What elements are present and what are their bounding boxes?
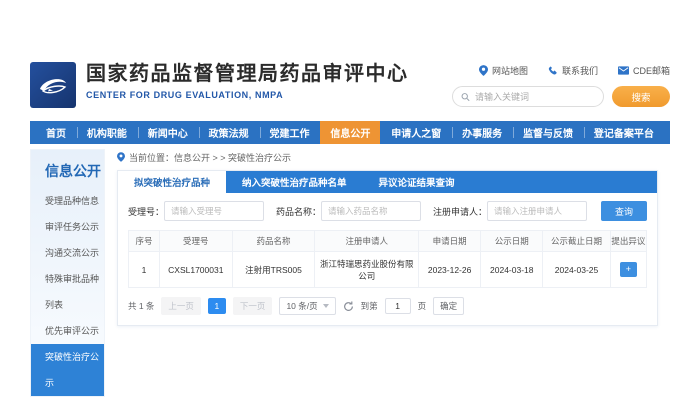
cell-objection: + bbox=[610, 252, 646, 288]
nav-item-party[interactable]: 党建工作 bbox=[260, 121, 320, 144]
sitemap-link-label: 网站地图 bbox=[492, 64, 528, 77]
cde-logo-swoosh-icon bbox=[36, 68, 70, 102]
envelope-icon bbox=[618, 66, 629, 75]
cell-publish-end-date: 2024-03-25 bbox=[543, 252, 610, 288]
goto-unit: 页 bbox=[418, 300, 427, 312]
sidebar-item-priority-review[interactable]: 优先审评公示 bbox=[31, 318, 104, 344]
content-area: 信息公开 受理品种信息 审评任务公示 沟通交流公示 特殊审批品种列表 优先审评公… bbox=[30, 149, 670, 397]
tab-proposed-breakthrough[interactable]: 拟突破性治疗品种 bbox=[118, 171, 226, 193]
sidebar-title: 信息公开 bbox=[31, 150, 104, 188]
content-panel: 拟突破性治疗品种 纳入突破性治疗品种名单 异议论证结果查询 受理号： 药品名称：… bbox=[117, 170, 658, 326]
applicant-input[interactable] bbox=[487, 201, 587, 221]
applicant-label: 注册申请人： bbox=[433, 205, 487, 218]
col-objection: 提出异议 bbox=[610, 231, 646, 252]
col-index: 序号 bbox=[128, 231, 159, 252]
breadcrumb: 当前位置：信息公开 > > 突破性治疗公示 bbox=[117, 149, 658, 165]
table-header-row: 序号 受理号 药品名称 注册申请人 申请日期 公示日期 公示截止日期 提出异议 bbox=[128, 231, 646, 252]
col-publish-date: 公示日期 bbox=[481, 231, 543, 252]
nav-item-registration-platform[interactable]: 登记备案平台 bbox=[584, 121, 664, 144]
header-search-row: 搜索 bbox=[452, 86, 670, 107]
goto-label: 到第 bbox=[361, 300, 378, 312]
acceptance-no-input[interactable] bbox=[164, 201, 264, 221]
nav-item-functions[interactable]: 机构职能 bbox=[77, 121, 137, 144]
location-pin-icon bbox=[117, 152, 125, 162]
refresh-icon bbox=[343, 301, 354, 312]
site-subtitle: CENTER FOR DRUG EVALUATION, NMPA bbox=[86, 90, 409, 100]
tab-included-list[interactable]: 纳入突破性治疗品种名单 bbox=[226, 171, 363, 193]
nav-item-info-disclosure[interactable]: 信息公开 bbox=[320, 121, 380, 144]
page-size-select[interactable]: 10 条/页 bbox=[279, 297, 335, 315]
cell-drug-name: 注射用TRS005 bbox=[232, 252, 315, 288]
cde-page: 国家药品监督管理局药品审评中心 CENTER FOR DRUG EVALUATI… bbox=[30, 60, 670, 397]
phone-icon bbox=[548, 66, 558, 76]
location-pin-icon bbox=[479, 65, 488, 76]
filter-row: 受理号： 药品名称： 注册申请人： 查询 bbox=[128, 201, 647, 221]
cell-publish-date: 2024-03-18 bbox=[481, 252, 543, 288]
cell-index: 1 bbox=[128, 252, 159, 288]
table-row: 1 CXSL1700031 注射用TRS005 浙江特瑞思药业股份有限公司 20… bbox=[128, 252, 646, 288]
site-title: 国家药品监督管理局药品审评中心 bbox=[86, 60, 409, 88]
col-drug-name: 药品名称 bbox=[232, 231, 315, 252]
tab-objection-results[interactable]: 异议论证结果查询 bbox=[362, 171, 470, 193]
cde-logo bbox=[30, 62, 76, 108]
acceptance-no-label: 受理号： bbox=[128, 205, 164, 218]
goto-confirm-button[interactable]: 确定 bbox=[433, 297, 464, 315]
sidebar-item-breakthrough-therapy[interactable]: 突破性治疗公示 bbox=[31, 344, 104, 396]
col-publish-end-date: 公示截止日期 bbox=[543, 231, 610, 252]
search-icon bbox=[461, 92, 470, 102]
results-table: 序号 受理号 药品名称 注册申请人 申请日期 公示日期 公示截止日期 提出异议 bbox=[128, 230, 647, 288]
search-box bbox=[452, 86, 604, 107]
sidebar-item-review-tasks[interactable]: 审评任务公示 bbox=[31, 214, 104, 240]
col-apply-date: 申请日期 bbox=[419, 231, 481, 252]
drug-name-label: 药品名称： bbox=[276, 205, 321, 218]
refresh-button[interactable] bbox=[343, 301, 354, 312]
nav-item-home[interactable]: 首页 bbox=[36, 121, 76, 144]
cell-apply-date: 2023-12-26 bbox=[419, 252, 481, 288]
pagination: 共 1 条 上一页 1 下一页 10 条/页 bbox=[128, 297, 647, 315]
breadcrumb-text: 当前位置：信息公开 > > 突破性治疗公示 bbox=[129, 151, 291, 164]
page-number-1[interactable]: 1 bbox=[208, 298, 226, 314]
sidebar-item-communication[interactable]: 沟通交流公示 bbox=[31, 240, 104, 266]
panel-body: 受理号： 药品名称： 注册申请人： 查询 bbox=[118, 193, 657, 325]
prev-page-button[interactable]: 上一页 bbox=[161, 297, 201, 315]
main-nav: 首页 机构职能 新闻中心 政策法规 党建工作 信息公开 申请人之窗 办事服务 监… bbox=[30, 121, 670, 144]
brand-block: 国家药品监督管理局药品审评中心 CENTER FOR DRUG EVALUATI… bbox=[86, 60, 409, 100]
sitemap-link[interactable]: 网站地图 bbox=[479, 64, 528, 77]
contact-link-label: 联系我们 bbox=[562, 64, 598, 77]
chevron-down-icon bbox=[323, 304, 329, 308]
pagination-total: 共 1 条 bbox=[128, 300, 154, 312]
sidebar-item-special-approval[interactable]: 特殊审批品种列表 bbox=[31, 266, 104, 318]
query-button[interactable]: 查询 bbox=[601, 201, 647, 221]
mailbox-link[interactable]: CDE邮箱 bbox=[618, 64, 670, 77]
goto-page-input[interactable] bbox=[385, 298, 411, 314]
cell-acceptance-no: CXSL1700031 bbox=[160, 252, 233, 288]
cell-applicant: 浙江特瑞思药业股份有限公司 bbox=[315, 252, 419, 288]
col-acceptance-no: 受理号 bbox=[160, 231, 233, 252]
header-right: 网站地图 联系我们 CDE邮箱 bbox=[452, 60, 670, 107]
main-column: 当前位置：信息公开 > > 突破性治疗公示 拟突破性治疗品种 纳入突破性治疗品种… bbox=[117, 149, 658, 397]
mailbox-link-label: CDE邮箱 bbox=[633, 64, 670, 77]
contact-link[interactable]: 联系我们 bbox=[548, 64, 598, 77]
nav-item-policy[interactable]: 政策法规 bbox=[199, 121, 259, 144]
drug-name-input[interactable] bbox=[321, 201, 421, 221]
col-applicant: 注册申请人 bbox=[315, 231, 419, 252]
tab-bar: 拟突破性治疗品种 纳入突破性治疗品种名单 异议论证结果查询 bbox=[118, 171, 657, 193]
search-input[interactable] bbox=[475, 92, 595, 102]
quick-links: 网站地图 联系我们 CDE邮箱 bbox=[479, 64, 670, 77]
add-objection-button[interactable]: + bbox=[620, 262, 637, 277]
next-page-button[interactable]: 下一页 bbox=[233, 297, 273, 315]
nav-item-applicant-window[interactable]: 申请人之窗 bbox=[381, 121, 451, 144]
page-size-value: 10 条/页 bbox=[286, 300, 317, 312]
search-button[interactable]: 搜索 bbox=[612, 86, 670, 107]
nav-item-services[interactable]: 办事服务 bbox=[452, 121, 512, 144]
sidebar: 信息公开 受理品种信息 审评任务公示 沟通交流公示 特殊审批品种列表 优先审评公… bbox=[30, 149, 105, 397]
sidebar-item-accepted-varieties[interactable]: 受理品种信息 bbox=[31, 188, 104, 214]
nav-item-news[interactable]: 新闻中心 bbox=[138, 121, 198, 144]
nav-item-supervision[interactable]: 监督与反馈 bbox=[513, 121, 583, 144]
site-header: 国家药品监督管理局药品审评中心 CENTER FOR DRUG EVALUATI… bbox=[30, 60, 670, 118]
